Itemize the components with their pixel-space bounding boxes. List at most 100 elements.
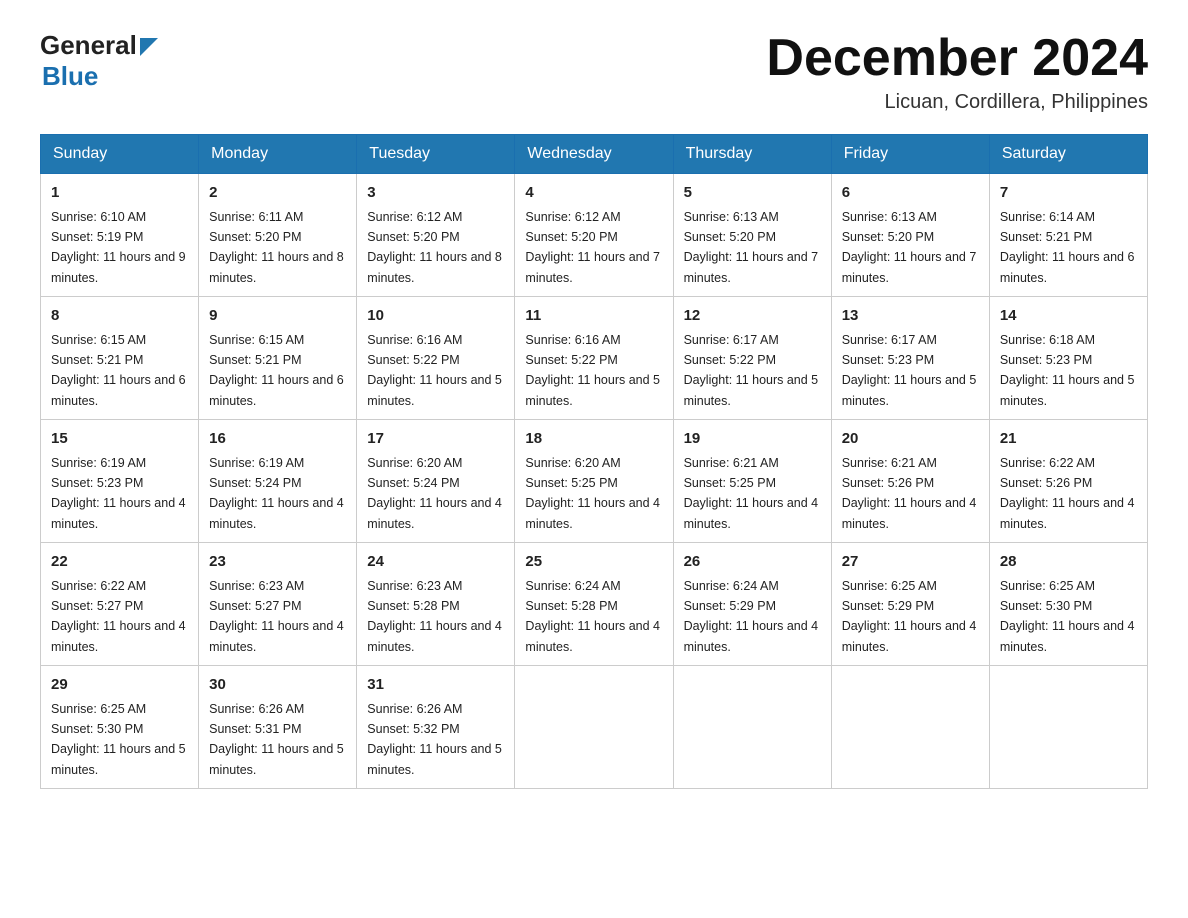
calendar-cell: 6 Sunrise: 6:13 AMSunset: 5:20 PMDayligh…: [831, 174, 989, 297]
week-row-4: 22 Sunrise: 6:22 AMSunset: 5:27 PMDaylig…: [41, 543, 1148, 666]
calendar-cell: 28 Sunrise: 6:25 AMSunset: 5:30 PMDaylig…: [989, 543, 1147, 666]
day-info: Sunrise: 6:23 AMSunset: 5:27 PMDaylight:…: [209, 579, 344, 654]
day-info: Sunrise: 6:25 AMSunset: 5:30 PMDaylight:…: [51, 702, 186, 777]
calendar-cell: 1 Sunrise: 6:10 AMSunset: 5:19 PMDayligh…: [41, 174, 199, 297]
day-number: 8: [51, 305, 188, 328]
col-friday: Friday: [831, 135, 989, 174]
col-tuesday: Tuesday: [357, 135, 515, 174]
calendar-cell: 18 Sunrise: 6:20 AMSunset: 5:25 PMDaylig…: [515, 420, 673, 543]
calendar-cell: [673, 666, 831, 789]
day-info: Sunrise: 6:14 AMSunset: 5:21 PMDaylight:…: [1000, 210, 1135, 285]
calendar-cell: 15 Sunrise: 6:19 AMSunset: 5:23 PMDaylig…: [41, 420, 199, 543]
calendar-cell: 10 Sunrise: 6:16 AMSunset: 5:22 PMDaylig…: [357, 297, 515, 420]
day-number: 14: [1000, 305, 1137, 328]
day-info: Sunrise: 6:13 AMSunset: 5:20 PMDaylight:…: [842, 210, 977, 285]
day-info: Sunrise: 6:17 AMSunset: 5:22 PMDaylight:…: [684, 333, 819, 408]
location-title: Licuan, Cordillera, Philippines: [766, 91, 1148, 114]
day-number: 23: [209, 551, 346, 574]
day-number: 20: [842, 428, 979, 451]
calendar-cell: 31 Sunrise: 6:26 AMSunset: 5:32 PMDaylig…: [357, 666, 515, 789]
month-title: December 2024: [766, 30, 1148, 87]
calendar-cell: 13 Sunrise: 6:17 AMSunset: 5:23 PMDaylig…: [831, 297, 989, 420]
day-info: Sunrise: 6:12 AMSunset: 5:20 PMDaylight:…: [525, 210, 660, 285]
day-info: Sunrise: 6:26 AMSunset: 5:31 PMDaylight:…: [209, 702, 344, 777]
day-info: Sunrise: 6:10 AMSunset: 5:19 PMDaylight:…: [51, 210, 186, 285]
day-number: 10: [367, 305, 504, 328]
day-number: 25: [525, 551, 662, 574]
calendar-cell: 20 Sunrise: 6:21 AMSunset: 5:26 PMDaylig…: [831, 420, 989, 543]
calendar-cell: 12 Sunrise: 6:17 AMSunset: 5:22 PMDaylig…: [673, 297, 831, 420]
day-number: 19: [684, 428, 821, 451]
day-number: 4: [525, 182, 662, 205]
logo-blue-text: Blue: [42, 61, 98, 92]
day-number: 16: [209, 428, 346, 451]
day-info: Sunrise: 6:20 AMSunset: 5:24 PMDaylight:…: [367, 456, 502, 531]
day-info: Sunrise: 6:20 AMSunset: 5:25 PMDaylight:…: [525, 456, 660, 531]
calendar-cell: 2 Sunrise: 6:11 AMSunset: 5:20 PMDayligh…: [199, 174, 357, 297]
day-number: 15: [51, 428, 188, 451]
col-sunday: Sunday: [41, 135, 199, 174]
logo-general-text: General: [40, 30, 137, 61]
day-number: 29: [51, 674, 188, 697]
day-info: Sunrise: 6:21 AMSunset: 5:26 PMDaylight:…: [842, 456, 977, 531]
day-info: Sunrise: 6:22 AMSunset: 5:26 PMDaylight:…: [1000, 456, 1135, 531]
day-number: 22: [51, 551, 188, 574]
day-info: Sunrise: 6:17 AMSunset: 5:23 PMDaylight:…: [842, 333, 977, 408]
day-number: 30: [209, 674, 346, 697]
day-info: Sunrise: 6:22 AMSunset: 5:27 PMDaylight:…: [51, 579, 186, 654]
day-info: Sunrise: 6:18 AMSunset: 5:23 PMDaylight:…: [1000, 333, 1135, 408]
calendar-cell: 11 Sunrise: 6:16 AMSunset: 5:22 PMDaylig…: [515, 297, 673, 420]
calendar-cell: [989, 666, 1147, 789]
day-info: Sunrise: 6:15 AMSunset: 5:21 PMDaylight:…: [209, 333, 344, 408]
calendar-header-row: Sunday Monday Tuesday Wednesday Thursday…: [41, 135, 1148, 174]
calendar-table: Sunday Monday Tuesday Wednesday Thursday…: [40, 134, 1148, 789]
day-number: 11: [525, 305, 662, 328]
col-wednesday: Wednesday: [515, 135, 673, 174]
day-number: 17: [367, 428, 504, 451]
day-info: Sunrise: 6:16 AMSunset: 5:22 PMDaylight:…: [525, 333, 660, 408]
day-info: Sunrise: 6:19 AMSunset: 5:24 PMDaylight:…: [209, 456, 344, 531]
calendar-cell: 25 Sunrise: 6:24 AMSunset: 5:28 PMDaylig…: [515, 543, 673, 666]
day-info: Sunrise: 6:23 AMSunset: 5:28 PMDaylight:…: [367, 579, 502, 654]
calendar-cell: 3 Sunrise: 6:12 AMSunset: 5:20 PMDayligh…: [357, 174, 515, 297]
calendar-cell: 30 Sunrise: 6:26 AMSunset: 5:31 PMDaylig…: [199, 666, 357, 789]
col-thursday: Thursday: [673, 135, 831, 174]
day-info: Sunrise: 6:25 AMSunset: 5:30 PMDaylight:…: [1000, 579, 1135, 654]
day-number: 28: [1000, 551, 1137, 574]
calendar-cell: 14 Sunrise: 6:18 AMSunset: 5:23 PMDaylig…: [989, 297, 1147, 420]
day-info: Sunrise: 6:13 AMSunset: 5:20 PMDaylight:…: [684, 210, 819, 285]
logo: General Blue: [40, 30, 158, 92]
calendar-cell: 29 Sunrise: 6:25 AMSunset: 5:30 PMDaylig…: [41, 666, 199, 789]
week-row-2: 8 Sunrise: 6:15 AMSunset: 5:21 PMDayligh…: [41, 297, 1148, 420]
day-number: 3: [367, 182, 504, 205]
day-number: 13: [842, 305, 979, 328]
day-info: Sunrise: 6:25 AMSunset: 5:29 PMDaylight:…: [842, 579, 977, 654]
calendar-cell: 9 Sunrise: 6:15 AMSunset: 5:21 PMDayligh…: [199, 297, 357, 420]
day-number: 26: [684, 551, 821, 574]
day-number: 1: [51, 182, 188, 205]
col-saturday: Saturday: [989, 135, 1147, 174]
title-section: December 2024 Licuan, Cordillera, Philip…: [766, 30, 1148, 114]
day-info: Sunrise: 6:11 AMSunset: 5:20 PMDaylight:…: [209, 210, 344, 285]
calendar-cell: 27 Sunrise: 6:25 AMSunset: 5:29 PMDaylig…: [831, 543, 989, 666]
day-number: 2: [209, 182, 346, 205]
week-row-1: 1 Sunrise: 6:10 AMSunset: 5:19 PMDayligh…: [41, 174, 1148, 297]
calendar-cell: 19 Sunrise: 6:21 AMSunset: 5:25 PMDaylig…: [673, 420, 831, 543]
calendar-cell: 21 Sunrise: 6:22 AMSunset: 5:26 PMDaylig…: [989, 420, 1147, 543]
day-info: Sunrise: 6:21 AMSunset: 5:25 PMDaylight:…: [684, 456, 819, 531]
calendar-cell: 17 Sunrise: 6:20 AMSunset: 5:24 PMDaylig…: [357, 420, 515, 543]
calendar-cell: 4 Sunrise: 6:12 AMSunset: 5:20 PMDayligh…: [515, 174, 673, 297]
day-info: Sunrise: 6:24 AMSunset: 5:29 PMDaylight:…: [684, 579, 819, 654]
week-row-3: 15 Sunrise: 6:19 AMSunset: 5:23 PMDaylig…: [41, 420, 1148, 543]
calendar-cell: 8 Sunrise: 6:15 AMSunset: 5:21 PMDayligh…: [41, 297, 199, 420]
calendar-cell: 7 Sunrise: 6:14 AMSunset: 5:21 PMDayligh…: [989, 174, 1147, 297]
day-number: 5: [684, 182, 821, 205]
calendar-cell: [515, 666, 673, 789]
day-number: 18: [525, 428, 662, 451]
day-info: Sunrise: 6:12 AMSunset: 5:20 PMDaylight:…: [367, 210, 502, 285]
day-number: 27: [842, 551, 979, 574]
calendar-cell: 24 Sunrise: 6:23 AMSunset: 5:28 PMDaylig…: [357, 543, 515, 666]
day-info: Sunrise: 6:24 AMSunset: 5:28 PMDaylight:…: [525, 579, 660, 654]
day-number: 31: [367, 674, 504, 697]
calendar-cell: 23 Sunrise: 6:23 AMSunset: 5:27 PMDaylig…: [199, 543, 357, 666]
